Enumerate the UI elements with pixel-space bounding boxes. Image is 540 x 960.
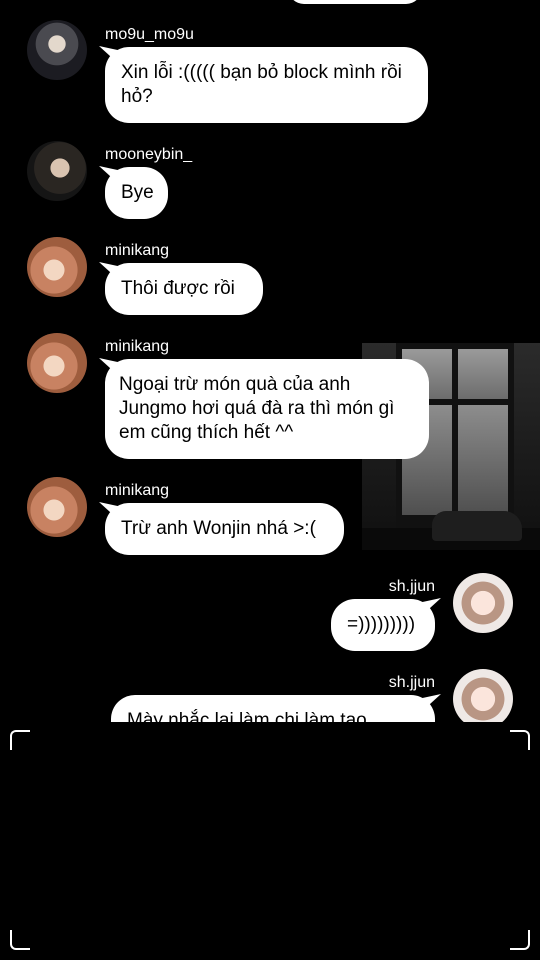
avatar-minikang[interactable] [27,237,87,297]
message-bubble[interactable]: Mày nhắc lại làm chi làm tao [111,695,435,722]
message-bubble[interactable]: Bye [105,167,168,219]
avatar-mo9u[interactable] [27,20,87,80]
frame-corner-bottom-right [510,930,530,950]
chat-area: mo9u_mo9u Xin lỗi :((((( bạn bỏ block mì… [0,0,540,722]
username[interactable]: mo9u_mo9u [105,26,194,44]
username[interactable]: minikang [105,242,169,260]
username[interactable]: sh.jjun [389,578,435,596]
message-bubble[interactable]: Ngoại trừ món quà của anh Jungmo hơi quá… [105,359,429,459]
previous-message-bubble [288,0,422,4]
message-bubble[interactable]: Thôi được rồi [105,263,263,315]
username[interactable]: minikang [105,482,169,500]
avatar-mooneybin[interactable] [27,141,87,201]
avatar-minikang[interactable] [27,333,87,393]
avatar-shjjun[interactable] [453,573,513,633]
username[interactable]: mooneybin_ [105,146,192,164]
frame-corner-top-right [510,730,530,750]
username[interactable]: sh.jjun [389,674,435,692]
message-bubble[interactable]: =))))))))) [331,599,435,651]
frame-corner-top-left [10,730,30,750]
avatar-shjjun[interactable] [453,669,513,722]
avatar-minikang[interactable] [27,477,87,537]
username[interactable]: minikang [105,338,169,356]
frame-corner-bottom-left [10,930,30,950]
message-bubble[interactable]: Trừ anh Wonjin nhá >:( [105,503,344,555]
message-bubble[interactable]: Xin lỗi :((((( bạn bỏ block mình rồi hỏ? [105,47,428,123]
